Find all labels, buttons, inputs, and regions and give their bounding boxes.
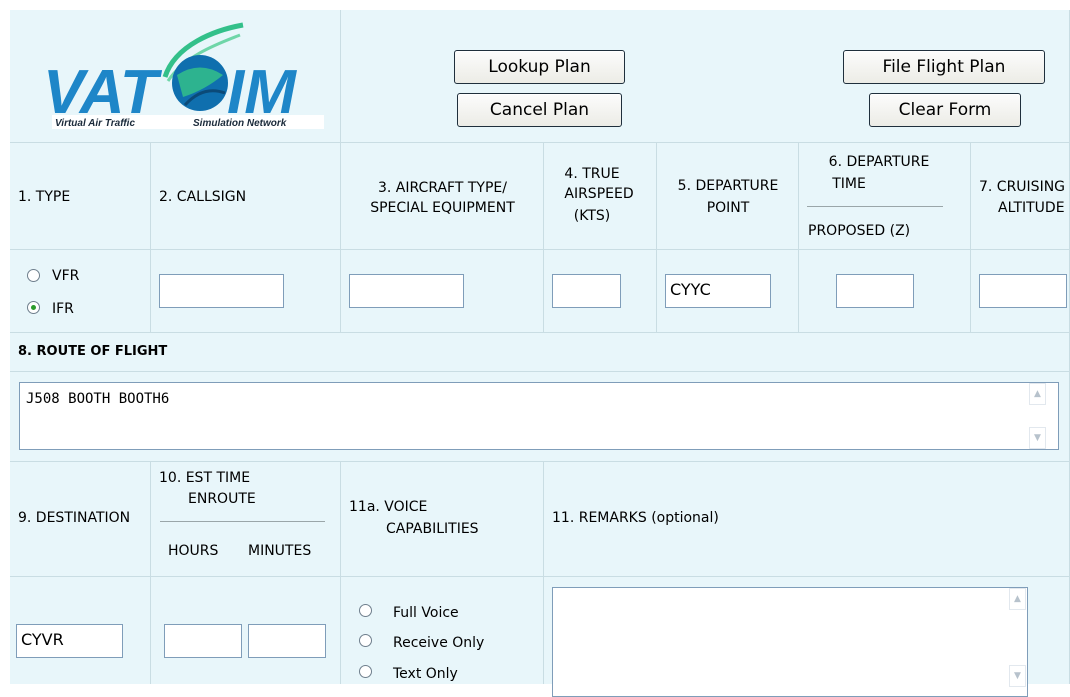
- tas-input-cell: [544, 250, 657, 333]
- header-tas-line2: AIRSPEED: [564, 186, 634, 202]
- deptime-divider: [807, 206, 943, 207]
- header-type-cell: 1. TYPE: [10, 143, 151, 250]
- header-callsign-cell: 2. CALLSIGN: [151, 143, 341, 250]
- ifr-radio-dot: [31, 305, 36, 310]
- cancel-plan-button[interactable]: Cancel Plan: [457, 93, 622, 127]
- header-voice-line2: CAPABILITIES: [386, 521, 479, 537]
- header-type: 1. TYPE: [18, 189, 71, 205]
- header-tas-line3: (KTS): [573, 208, 611, 224]
- remarks-input-cell: ▲ ▼: [544, 577, 1070, 697]
- full-voice-label: Full Voice: [393, 605, 459, 621]
- header-ete-cell: 10. EST TIME ENROUTE HOURS MINUTES: [151, 462, 341, 577]
- route-scroll-up[interactable]: ▲: [1029, 383, 1046, 405]
- lookup-plan-button[interactable]: Lookup Plan: [454, 50, 625, 84]
- header-departure-line1: 5. DEPARTURE: [677, 178, 779, 194]
- logo-tagline-right: Simulation Network: [193, 118, 287, 129]
- route-textarea[interactable]: J508 BOOTH BOOTH6: [19, 382, 1059, 450]
- receive-only-radio[interactable]: [359, 634, 372, 647]
- header-remarks: 11. REMARKS (optional): [552, 510, 719, 526]
- header-deptime-line2: TIME: [832, 176, 866, 192]
- header-aircraft-line1: 3. AIRCRAFT TYPE/: [378, 180, 507, 196]
- header-voice-line1: 11a. VOICE: [349, 499, 428, 515]
- full-voice-radio[interactable]: [359, 604, 372, 617]
- aircraft-input[interactable]: [349, 274, 464, 308]
- departure-input[interactable]: CYYC: [665, 274, 771, 308]
- header-callsign: 2. CALLSIGN: [159, 189, 247, 205]
- header-ete-line2: ENROUTE: [188, 491, 256, 507]
- type-input-cell: VFR IFR: [10, 250, 151, 333]
- header-ete-line1: 10. EST TIME: [159, 470, 251, 486]
- header-departure-cell: 5. DEPARTURE POINT: [657, 143, 799, 250]
- header-tas-line1: 4. TRUE: [564, 166, 620, 182]
- header-deptime-proposed: PROPOSED (Z): [808, 223, 911, 239]
- aircraft-input-cell: [341, 250, 544, 333]
- altitude-input[interactable]: [979, 274, 1067, 308]
- destination-input[interactable]: CYVR: [16, 624, 123, 658]
- header-ete-hours: HOURS: [168, 543, 219, 559]
- deptime-input-cell: [799, 250, 971, 333]
- route-scroll-down[interactable]: ▼: [1029, 427, 1046, 449]
- route-title-cell: 8. ROUTE OF FLIGHT: [10, 333, 1070, 372]
- ete-input-cell: [151, 577, 341, 684]
- receive-only-label: Receive Only: [393, 635, 485, 651]
- header-altitude-line2: ALTITUDE: [998, 200, 1065, 216]
- departure-time-input[interactable]: [836, 274, 914, 308]
- altitude-input-cell: [971, 250, 1070, 333]
- ifr-radio[interactable]: [27, 301, 40, 314]
- text-only-label: Text Only: [393, 666, 458, 682]
- tas-input[interactable]: [552, 274, 621, 308]
- header-aircraft-cell: 3. AIRCRAFT TYPE/ SPECIAL EQUIPMENT: [341, 143, 544, 250]
- vfr-radio[interactable]: [27, 269, 40, 282]
- header-destination: 9. DESTINATION: [18, 510, 131, 526]
- clear-form-button[interactable]: Clear Form: [869, 93, 1021, 127]
- route-title: 8. ROUTE OF FLIGHT: [18, 344, 168, 359]
- header-departure-line2: POINT: [706, 200, 750, 216]
- logo-tagline-left: Virtual Air Traffic: [55, 118, 135, 129]
- header-remarks-cell: 11. REMARKS (optional): [544, 462, 1070, 577]
- header-aircraft-line2: SPECIAL EQUIPMENT: [370, 200, 515, 216]
- header-altitude-cell: 7. CRUISING ALTITUDE: [971, 143, 1070, 250]
- vfr-label: VFR: [52, 268, 80, 284]
- destination-input-cell: CYVR: [10, 577, 151, 684]
- remarks-textarea[interactable]: [552, 587, 1028, 697]
- ete-minutes-input[interactable]: [248, 624, 326, 658]
- ifr-label: IFR: [52, 301, 74, 317]
- header-deptime-cell: 6. DEPARTURE TIME PROPOSED (Z): [799, 143, 971, 250]
- ete-hours-input[interactable]: [164, 624, 242, 658]
- header-destination-cell: 9. DESTINATION: [10, 462, 151, 577]
- voice-input-cell: Full Voice Receive Only Text Only: [341, 577, 544, 684]
- remarks-scroll-up[interactable]: ▲: [1009, 588, 1026, 610]
- header-altitude-line1: 7. CRUISING: [979, 179, 1066, 195]
- ete-divider: [160, 521, 325, 522]
- header-ete-minutes: MINUTES: [248, 543, 312, 559]
- header-deptime-line1: 6. DEPARTURE: [828, 154, 930, 170]
- route-input-cell: J508 BOOTH BOOTH6 ▲ ▼: [10, 372, 1070, 462]
- callsign-input-cell: [151, 250, 341, 333]
- file-flight-plan-button[interactable]: File Flight Plan: [843, 50, 1045, 84]
- vatsim-logo: VAT IM Virtual Air Traffic Simulation Ne…: [43, 22, 324, 129]
- header-voice-cell: 11a. VOICE CAPABILITIES: [341, 462, 544, 577]
- logo-cell: VAT IM Virtual Air Traffic Simulation Ne…: [10, 10, 341, 143]
- departure-input-cell: CYYC: [657, 250, 799, 333]
- text-only-radio[interactable]: [359, 665, 372, 678]
- header-tas-cell: 4. TRUE AIRSPEED (KTS): [544, 143, 657, 250]
- callsign-input[interactable]: [159, 274, 284, 308]
